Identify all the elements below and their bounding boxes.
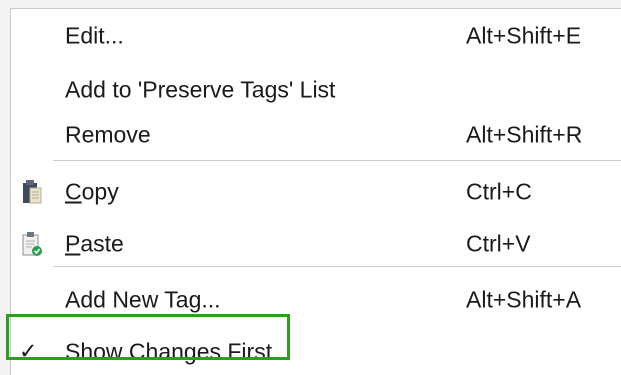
menu-item-label: Paste — [65, 230, 124, 257]
clipboard-paste-icon — [21, 231, 43, 257]
menu-item-shortcut: Alt+Shift+A — [466, 286, 582, 313]
menu-item-shortcut: Ctrl+C — [466, 178, 532, 205]
menu-item-copy[interactable]: Copy Ctrl+C — [11, 165, 621, 219]
menu-item-shortcut: Alt+Shift+E — [466, 22, 582, 49]
menu-item-label: Add to 'Preserve Tags' List — [65, 76, 336, 103]
menu-item-label: Edit... — [65, 22, 124, 49]
menu-item-label: Add New Tag... — [65, 286, 221, 313]
menu-item-remove[interactable]: Remove Alt+Shift+R — [11, 108, 621, 162]
menu-item-edit[interactable]: Edit... Alt+Shift+E — [11, 9, 621, 63]
menu-item-shortcut: Ctrl+V — [466, 230, 531, 257]
menu-separator — [53, 266, 621, 267]
menu-separator — [53, 160, 621, 161]
clipboard-copy-icon — [21, 179, 43, 205]
menu-item-shortcut: Alt+Shift+R — [466, 121, 583, 148]
menu-item-label: Remove — [65, 121, 151, 148]
background-top-strip — [0, 0, 621, 8]
menu-item-paste[interactable]: Paste Ctrl+V — [11, 217, 621, 271]
highlight-box — [6, 314, 290, 360]
menu-item-label: Copy — [65, 178, 119, 205]
